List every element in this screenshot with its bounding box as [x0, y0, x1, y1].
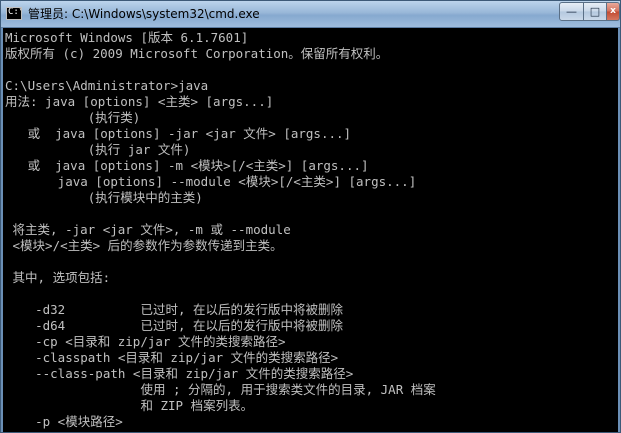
console-line: (执行类) — [5, 110, 141, 125]
console-text: Microsoft Windows [版本 6.1.7601] 版权所有 (c)… — [5, 30, 436, 430]
console-line: (执行 jar 文件) — [5, 142, 191, 157]
console-line: 版权所有 (c) 2009 Microsoft Corporation。保留所有… — [5, 46, 389, 61]
console-line: 其中, 选项包括: — [5, 270, 111, 285]
close-button[interactable]: x — [606, 2, 620, 21]
console-output-area[interactable]: Microsoft Windows [版本 6.1.7601] 版权所有 (c)… — [3, 28, 618, 432]
title-bar[interactable]: C:\ 管理员: C:\Windows\system32\cmd.exe — □… — [1, 1, 620, 28]
console-line: 用法: java [options] <主类> [args...] — [5, 94, 274, 109]
console-line: --class-path <目录和 zip/jar 文件的类搜索路径> — [5, 366, 354, 381]
cmd-window: C:\ 管理员: C:\Windows\system32\cmd.exe — □… — [0, 0, 621, 433]
window-title: 管理员: C:\Windows\system32\cmd.exe — [28, 7, 260, 21]
console-line: 或 java [options] -jar <jar 文件> [args...] — [5, 126, 352, 141]
console-line: C:\Users\Administrator>java — [5, 78, 209, 93]
console-line: java [options] --module <模块>[/<主类>] [arg… — [5, 174, 417, 189]
console-line: -d64 已过时, 在以后的发行版中将被删除 — [5, 318, 344, 333]
console-line: 和 ZIP 档案列表。 — [5, 398, 254, 413]
console-line: -d32 已过时, 在以后的发行版中将被删除 — [5, 302, 344, 317]
console-line: (执行模块中的主类) — [5, 190, 203, 205]
console-line: 将主类, -jar <jar 文件>, -m 或 --module — [5, 222, 291, 237]
maximize-button[interactable]: □ — [583, 2, 607, 21]
cmd-console-icon[interactable]: C:\ — [6, 7, 22, 20]
console-prompt-glyph: C:\ — [8, 7, 21, 17]
console-line: <模块>/<主类> 后的参数作为参数传递到主类。 — [5, 238, 283, 253]
console-line: -p <模块路径> — [5, 414, 123, 429]
minimize-button[interactable]: — — [559, 2, 584, 21]
console-line: -cp <目录和 zip/jar 文件的类搜索路径> — [5, 334, 286, 349]
console-line: -classpath <目录和 zip/jar 文件的类搜索路径> — [5, 350, 339, 365]
console-line: 使用 ; 分隔的, 用于搜索类文件的目录, JAR 档案 — [5, 382, 436, 397]
console-line: 或 java [options] -m <模块>[/<主类>] [args...… — [5, 158, 369, 173]
console-line: Microsoft Windows [版本 6.1.7601] — [5, 30, 249, 45]
